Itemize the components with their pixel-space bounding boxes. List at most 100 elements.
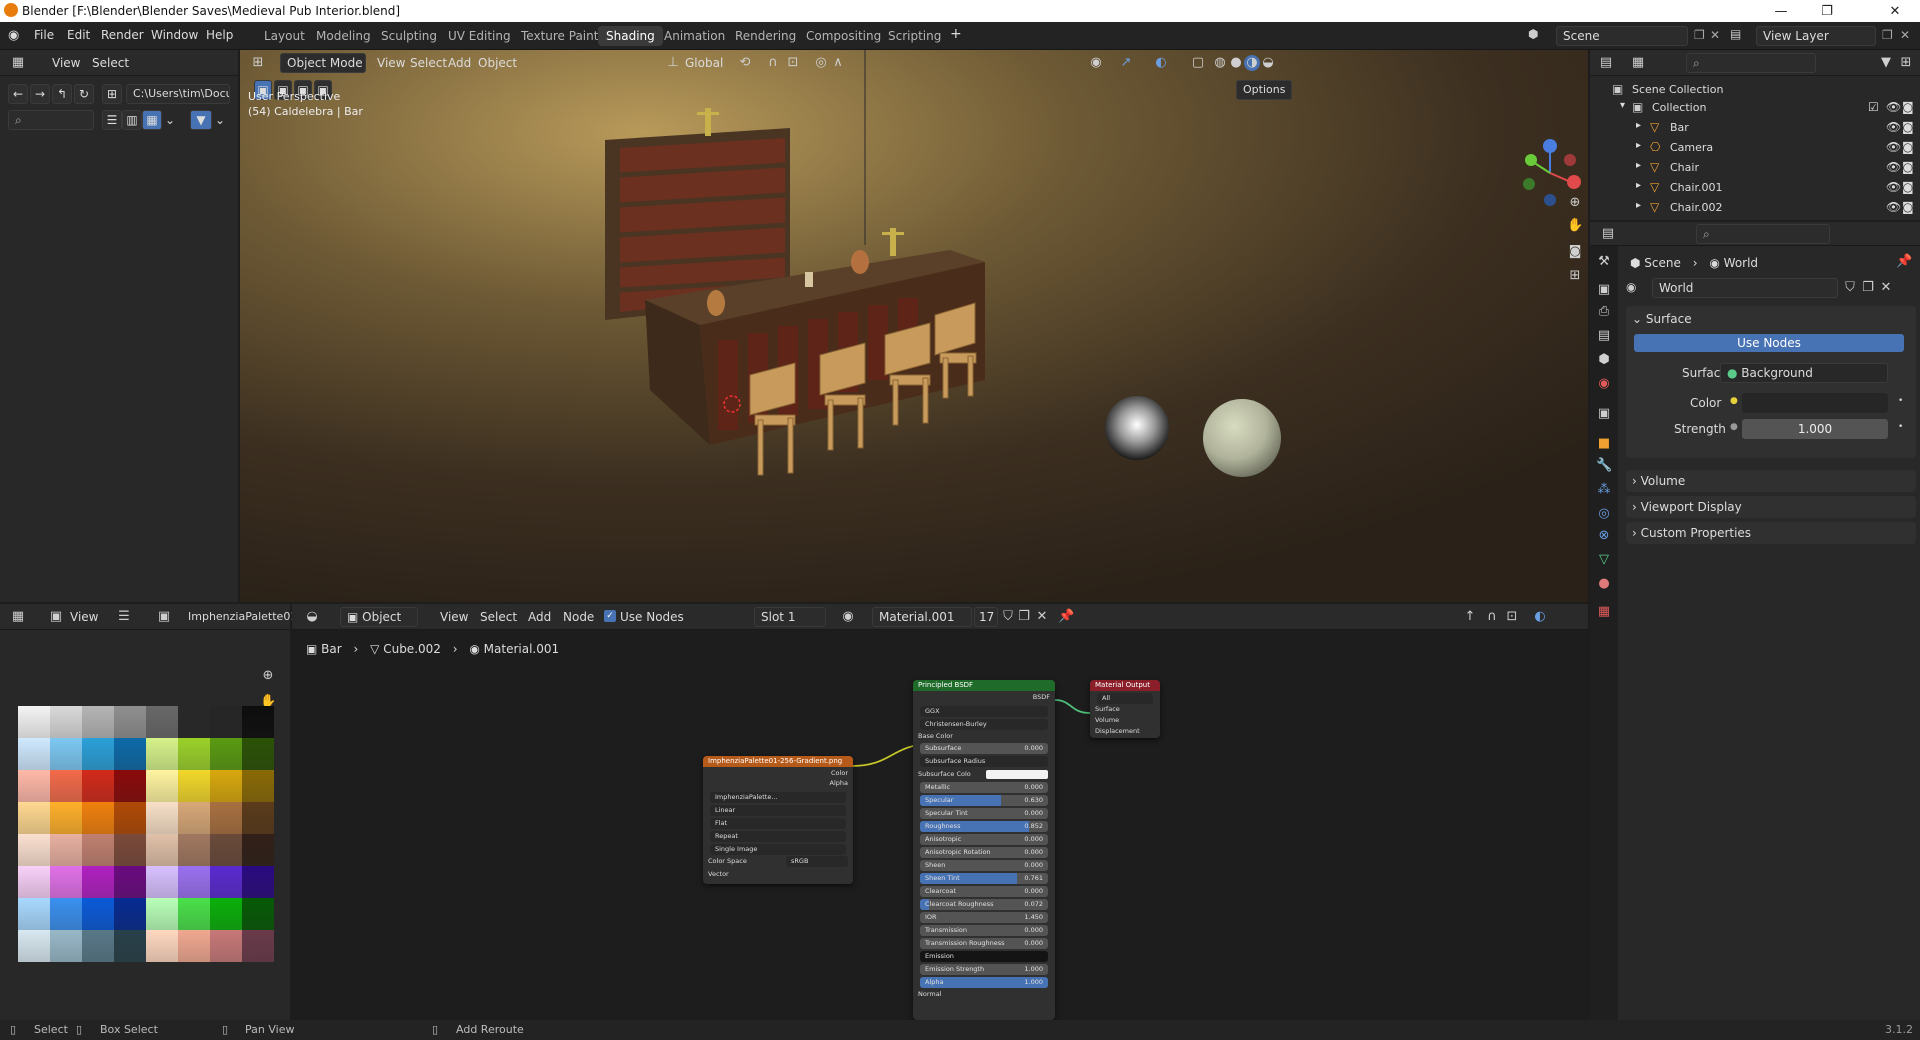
refresh-icon[interactable]: ↻ xyxy=(74,84,94,104)
blender-menu-icon[interactable]: ◉ xyxy=(8,28,24,44)
eye-icon[interactable]: 👁 xyxy=(1886,180,1901,194)
vp-select-menu[interactable]: Select xyxy=(410,56,447,70)
expand-chevron-icon[interactable]: ▸ xyxy=(1636,140,1641,151)
surface-shader-field[interactable]: ● Background xyxy=(1720,363,1888,383)
image-texture-node[interactable]: ImphenziaPalette01-256-Gradient.png Colo… xyxy=(703,756,853,884)
mode-selector[interactable]: Object Mode xyxy=(280,53,366,73)
expand-chevron-icon[interactable]: ▸ xyxy=(1636,200,1641,211)
menu-help[interactable]: Help xyxy=(206,28,233,42)
output-target-dropdown[interactable]: All xyxy=(1097,693,1153,704)
scene-tab-icon[interactable]: ⬢ xyxy=(1596,352,1612,368)
slider-anisotropic-rotation[interactable]: Anisotropic Rotation 0.000 xyxy=(920,847,1048,858)
distribution-dropdown[interactable]: GGX xyxy=(920,706,1048,717)
slider-sheen-tint[interactable]: Sheen Tint 0.761 xyxy=(920,873,1048,884)
new-view-layer-icon[interactable]: ❐ xyxy=(1882,28,1893,42)
color-swatch[interactable] xyxy=(1742,393,1888,413)
slider-subsurface[interactable]: Subsurface 0.000 xyxy=(920,743,1048,754)
slider-roughness[interactable]: Roughness 0.852 xyxy=(920,821,1048,832)
scene-icon[interactable]: ⬢ xyxy=(1528,27,1544,43)
delete-view-layer-icon[interactable]: ✕ xyxy=(1900,28,1910,42)
strength-field[interactable]: 1.000 xyxy=(1742,419,1888,439)
tab-animation[interactable]: Animation xyxy=(656,26,733,46)
tab-rendering[interactable]: Rendering xyxy=(727,26,804,46)
expand-chevron-icon[interactable]: ▸ xyxy=(1636,180,1641,191)
camera-render-icon[interactable]: ◙ xyxy=(1902,140,1914,154)
view-layer-icon[interactable]: ▤ xyxy=(1730,27,1741,41)
tab-modeling[interactable]: Modeling xyxy=(308,26,379,46)
pivot-icon[interactable]: ⟲ xyxy=(737,55,753,71)
texture-tab-icon[interactable]: ▦ xyxy=(1596,604,1612,620)
outliner-search-input[interactable]: ⌕ xyxy=(1686,53,1816,73)
scene-field[interactable]: Scene xyxy=(1556,26,1688,46)
snap-icon[interactable]: ∩ xyxy=(765,55,781,71)
eye-icon[interactable]: 👁 xyxy=(1886,120,1901,134)
minimize-icon[interactable]: — xyxy=(1758,0,1804,22)
pin-icon[interactable]: 📌 xyxy=(1896,254,1912,270)
display-mode-icon[interactable]: ▦ xyxy=(1630,55,1646,71)
material-tab-icon[interactable]: ● xyxy=(1596,576,1612,592)
editor-type-icon[interactable]: ⊞ xyxy=(250,55,266,71)
constraints-tab-icon[interactable]: ⊗ xyxy=(1596,528,1612,544)
menu-window[interactable]: Window xyxy=(151,28,198,42)
slider-sheen[interactable]: Sheen 0.000 xyxy=(920,860,1048,871)
outliner-item-chair-001[interactable]: ▸ ▽ Chair.001 👁 ◙ xyxy=(1590,178,1920,198)
menu-render[interactable]: Render xyxy=(101,28,144,42)
image-texture-node-title[interactable]: ImphenziaPalette01-256-Gradient.png xyxy=(703,756,853,767)
image-browse-icon[interactable]: ▣ xyxy=(156,609,172,625)
outliner-item-chair-002[interactable]: ▸ ▽ Chair.002 👁 ◙ xyxy=(1590,198,1920,218)
filter-chevron-icon[interactable]: ⌄ xyxy=(212,110,228,130)
tab-layout[interactable]: Layout xyxy=(256,26,313,46)
slider-clearcoat-roughness[interactable]: Clearcoat Roughness 0.072 xyxy=(920,899,1048,910)
overlays-icon[interactable]: ◐ xyxy=(1153,55,1169,71)
shader-node-editor[interactable]: ◒ ▣ Object View Select Add Node ✓ Use No… xyxy=(292,604,1588,1022)
vp-add-menu[interactable]: Add xyxy=(448,56,471,70)
outliner-item-bar[interactable]: ▸ ▽ Bar 👁 ◙ xyxy=(1590,118,1920,138)
transform-orientation[interactable]: Global xyxy=(685,56,723,70)
slider-metallic[interactable]: Metallic 0.000 xyxy=(920,782,1048,793)
slider-transmission-roughness[interactable]: Transmission Roughness 0.000 xyxy=(920,938,1048,949)
data-tab-icon[interactable]: ▽ xyxy=(1596,552,1612,568)
image-name[interactable]: ImphenziaPalette01 xyxy=(188,610,297,623)
vertical-list-icon[interactable]: ☰ xyxy=(102,110,122,130)
filter-icon[interactable]: ▼ xyxy=(190,110,212,130)
parent-dir-icon[interactable]: ↰ xyxy=(52,84,72,104)
slider-emission-strength[interactable]: Emission Strength 1.000 xyxy=(920,964,1048,975)
add-workspace-icon[interactable]: + xyxy=(950,26,962,42)
interpolation-dropdown[interactable]: Linear xyxy=(710,805,846,816)
principled-bsdf-node-title[interactable]: Principled BSDF xyxy=(913,680,1055,691)
panel-custom-properties[interactable]: › Custom Properties xyxy=(1626,522,1916,544)
output-tab-icon[interactable]: ⎙ xyxy=(1596,304,1612,320)
subsurface-method-dropdown[interactable]: Christensen-Burley xyxy=(920,719,1048,730)
input-emission[interactable]: Emission xyxy=(920,951,1048,962)
eye-icon[interactable]: 👁 xyxy=(1886,100,1901,114)
keyframe-dot-icon[interactable]: • xyxy=(1898,396,1903,406)
editor-type-icon[interactable]: ▦ xyxy=(10,609,26,625)
slider-specular[interactable]: Specular 0.630 xyxy=(920,795,1048,806)
path-field[interactable]: C:\Users\tim\Docume... xyxy=(126,84,230,104)
outliner-scene-collection[interactable]: ▣ Scene Collection xyxy=(1590,80,1920,100)
modifier-tab-icon[interactable]: 🔧 xyxy=(1596,458,1612,474)
panel-viewport-display[interactable]: › Viewport Display xyxy=(1626,496,1916,518)
tab-compositing[interactable]: Compositing xyxy=(798,26,889,46)
camera-render-icon[interactable]: ◙ xyxy=(1902,200,1914,214)
forward-arrow-icon[interactable]: → xyxy=(30,84,50,104)
menu-edit[interactable]: Edit xyxy=(67,28,90,42)
render-tab-icon[interactable]: ▣ xyxy=(1596,282,1612,298)
collapse-chevron-icon[interactable]: ▾ xyxy=(1620,100,1625,111)
editor-type-icon[interactable]: ▦ xyxy=(10,55,26,71)
input-normal[interactable]: Normal xyxy=(918,988,1050,1001)
tab-shading[interactable]: Shading xyxy=(598,26,663,46)
input-subsurface-colo[interactable]: Subsurface Colo xyxy=(918,769,1050,780)
editor-type-icon[interactable]: ▤ xyxy=(1600,226,1616,242)
world-name-field[interactable]: World xyxy=(1652,278,1838,298)
new-collection-icon[interactable]: ⊞ xyxy=(1898,55,1914,71)
use-nodes-button[interactable]: Use Nodes xyxy=(1634,334,1904,352)
fb-search-input[interactable]: ⌕ xyxy=(8,110,94,130)
tool-tab-icon[interactable]: ⚒ xyxy=(1596,254,1612,270)
solid-shading-icon[interactable]: ● xyxy=(1228,55,1244,71)
color-space-row[interactable]: Color Space sRGB xyxy=(708,855,848,868)
expand-chevron-icon[interactable]: ▸ xyxy=(1636,160,1641,171)
checkbox-icon[interactable]: ☑ xyxy=(1868,100,1879,114)
options-button[interactable]: Options xyxy=(1236,80,1292,100)
extension-dropdown[interactable]: Repeat xyxy=(710,831,846,842)
